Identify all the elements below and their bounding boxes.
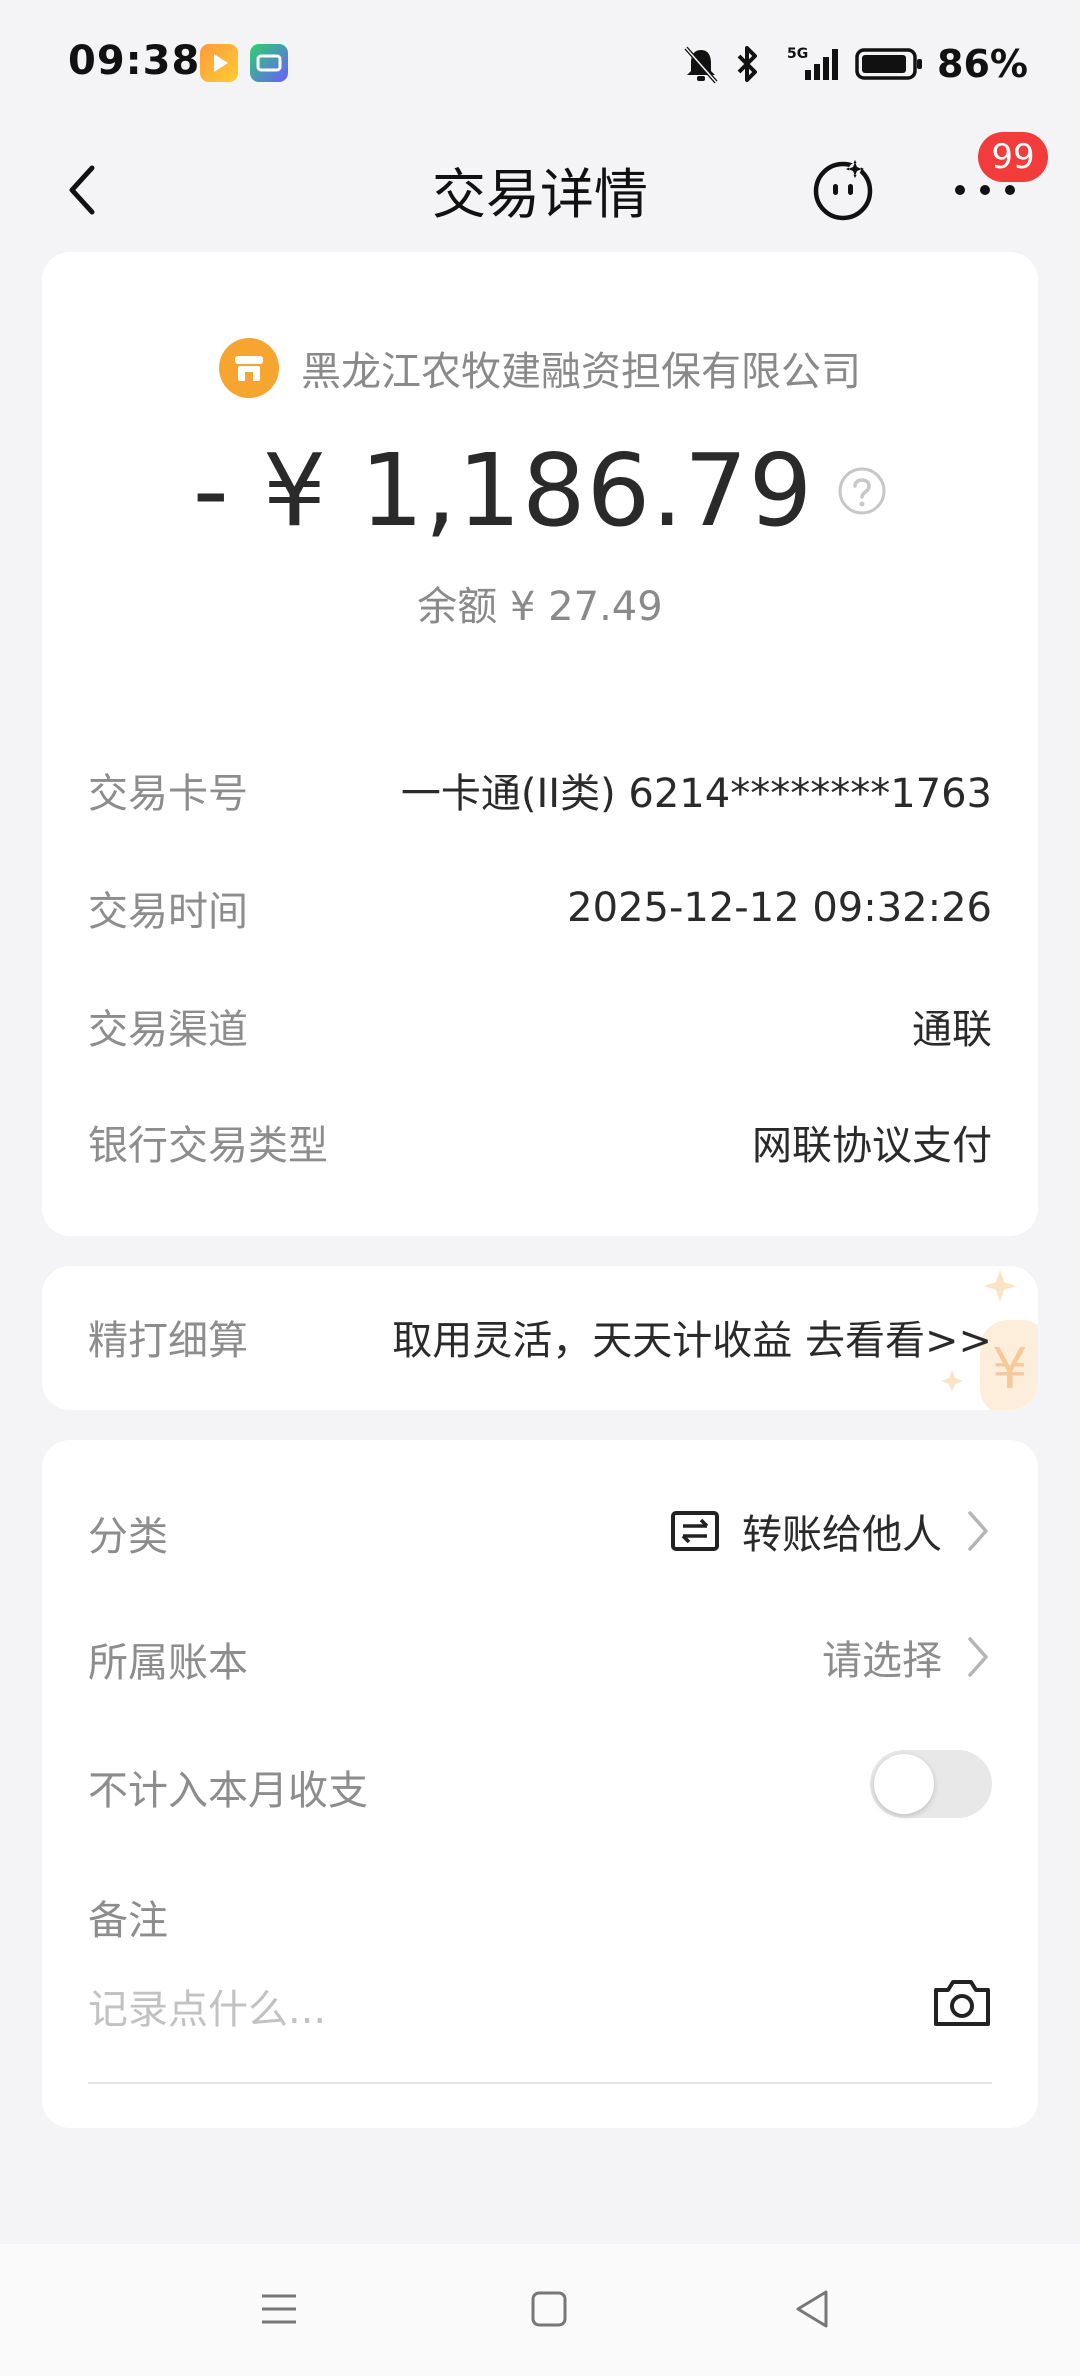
svg-text:¥: ¥ — [992, 1337, 1028, 1402]
assistant-button[interactable] — [810, 156, 876, 222]
status-time: 09:38 — [68, 38, 201, 84]
transfer-icon — [671, 1511, 719, 1551]
square-home-icon — [531, 2291, 567, 2327]
note-divider — [88, 2082, 992, 2084]
exclude-toggle[interactable] — [870, 1750, 992, 1818]
promo-card[interactable]: ¥ 精打细算 取用灵活，天天计收益 去看看>> — [42, 1266, 1038, 1410]
settings-card: 分类 转账给他人 所属账本 请选择 不计入本月收支 备注 记录点什么... — [42, 1440, 1038, 2128]
status-icons: 5G 86% — [683, 36, 1028, 92]
detail-row-channel: 交易渠道 通联 — [88, 996, 992, 1056]
svg-text:5G: 5G — [787, 46, 808, 62]
detail-value: 网联协议支付 — [752, 1123, 992, 1169]
header: 交易详情 99 — [0, 120, 1080, 250]
amount-row: - ¥ 1,186.79 — [42, 432, 1038, 549]
detail-row-type: 银行交易类型 网联协议支付 — [88, 1112, 992, 1172]
system-nav-bar — [0, 2244, 1080, 2376]
detail-value: 一卡通(II类) 6214********1763 — [400, 771, 992, 817]
note-label: 备注 — [88, 1898, 168, 1944]
detail-value: 2025-12-12 09:32:26 — [567, 885, 992, 931]
detail-label: 交易渠道 — [88, 1007, 248, 1053]
camera-icon — [934, 1980, 990, 2026]
iqiyi-app-icon — [250, 44, 288, 82]
notification-badge: 99 — [978, 132, 1048, 182]
merchant-row: 黑龙江农牧建融资担保有限公司 — [42, 336, 1038, 400]
signal-5g-icon: 5G — [787, 46, 839, 80]
balance-text: 余额 ¥ 27.49 — [417, 584, 663, 630]
transaction-amount: - ¥ 1,186.79 — [192, 432, 814, 549]
status-bar: 09:38 5G 86% — [0, 0, 1080, 120]
home-button[interactable] — [524, 2284, 574, 2334]
question-help-icon[interactable] — [837, 466, 887, 516]
detail-value: 通联 — [912, 1007, 992, 1053]
page-title: 交易详情 — [432, 163, 648, 226]
battery-icon — [855, 48, 923, 80]
ledger-value: 请选择 — [822, 1638, 942, 1684]
category-row[interactable]: 分类 转账给他人 — [88, 1496, 992, 1566]
mute-bell-icon — [684, 46, 718, 84]
promo-link[interactable]: 取用灵活，天天计收益 去看看>> — [392, 1308, 992, 1366]
detail-label: 交易时间 — [88, 889, 248, 935]
detail-row-time: 交易时间 2025-12-12 09:32:26 — [88, 878, 992, 938]
camera-button[interactable] — [932, 1976, 992, 2030]
battery-percent: 86% — [937, 42, 1028, 86]
promo-label: 精打细算 — [88, 1318, 248, 1364]
exclude-label: 不计入本月收支 — [88, 1768, 368, 1814]
triangle-back-icon — [796, 2290, 828, 2328]
recents-button[interactable] — [254, 2284, 304, 2334]
exclude-row: 不计入本月收支 — [88, 1750, 992, 1820]
video-app-icon — [200, 44, 238, 82]
ledger-row[interactable]: 所属账本 请选择 — [88, 1622, 992, 1692]
store-icon — [219, 338, 279, 398]
chevron-right-icon — [968, 1511, 988, 1551]
ledger-label: 所属账本 — [88, 1640, 248, 1686]
detail-label: 银行交易类型 — [88, 1123, 328, 1169]
category-label: 分类 — [88, 1514, 168, 1560]
note-input[interactable] — [88, 1980, 908, 2040]
smiley-bot-icon — [813, 160, 873, 221]
chevron-right-icon — [968, 1637, 988, 1677]
menu-lines-icon — [262, 2294, 296, 2324]
merchant-name: 黑龙江农牧建融资担保有限公司 — [301, 349, 861, 395]
category-value: 转账给他人 — [742, 1512, 942, 1558]
system-back-button[interactable] — [788, 2284, 838, 2334]
detail-row-card: 交易卡号 一卡通(II类) 6214********1763 — [88, 760, 992, 820]
detail-label: 交易卡号 — [88, 771, 248, 817]
transaction-card: 黑龙江农牧建融资担保有限公司 - ¥ 1,186.79 余额 ¥ 27.49 交… — [42, 252, 1038, 1236]
bluetooth-icon — [737, 46, 758, 82]
toggle-knob — [874, 1754, 934, 1814]
note-label-row: 备注 — [88, 1880, 992, 1950]
